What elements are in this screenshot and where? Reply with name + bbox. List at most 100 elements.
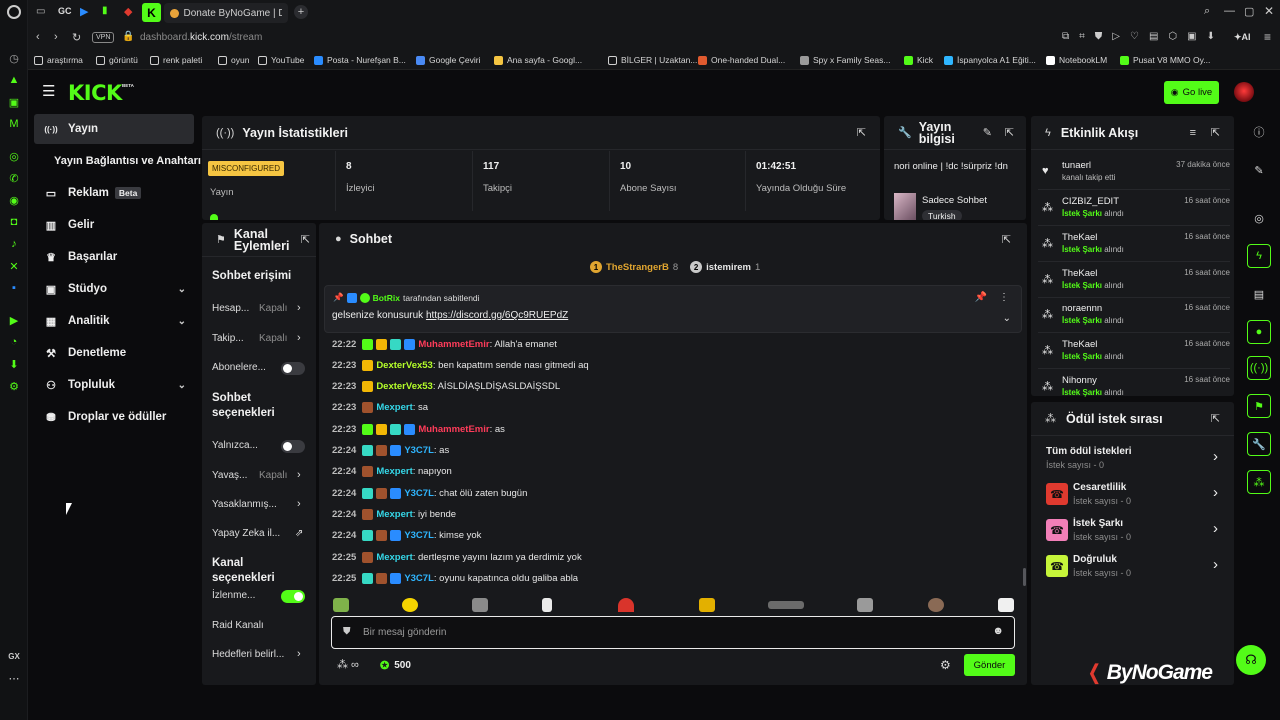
message-username[interactable]: MuhammetEmir <box>418 424 489 435</box>
toggle-switch[interactable] <box>281 362 305 375</box>
message-username[interactable]: Mexpert <box>376 552 412 563</box>
heart-icon[interactable]: ♡ <box>1130 31 1139 42</box>
edit-icon[interactable]: ✎ <box>1247 158 1271 182</box>
popout-icon[interactable]: ⇱ <box>1211 412 1220 425</box>
bookmark-item[interactable]: Pusat V8 MMO Oy... <box>1120 53 1210 67</box>
toggle-switch[interactable] <box>281 590 305 603</box>
action-row-label[interactable]: Abonelere... <box>212 362 266 373</box>
unpin-icon[interactable]: 📌 <box>975 292 987 303</box>
more-options-icon[interactable]: ⋮ <box>999 292 1009 303</box>
info-icon[interactable]: ⓘ <box>1247 120 1271 144</box>
bookmark-item[interactable]: oyun <box>218 53 249 67</box>
message-username[interactable]: Y3C7L <box>404 530 434 541</box>
back-icon[interactable]: ‹ <box>36 31 40 43</box>
emote-10[interactable] <box>998 598 1014 612</box>
chat-settings-icon[interactable]: ⚙ <box>940 658 951 672</box>
popout-icon[interactable]: ⇱ <box>1005 126 1014 139</box>
bars-tab-icon[interactable]: ▮ <box>102 5 108 16</box>
opera-logo-icon[interactable] <box>7 5 21 19</box>
action-row-label[interactable]: Takip... <box>212 333 244 344</box>
chevron-right-icon[interactable]: › <box>297 498 301 510</box>
chat-bubble-icon[interactable]: ● <box>1247 320 1271 344</box>
sidebar-item[interactable]: ⛃ Droplar ve ödüller <box>34 402 194 432</box>
m-icon[interactable]: M <box>6 116 22 132</box>
camera-icon[interactable]: ◎ <box>1247 206 1271 230</box>
bookmark-item[interactable]: YouTube <box>258 53 304 67</box>
activity-item[interactable]: ⁂ TheKael İstek Şarkı alındı 16 saat önce <box>1038 337 1230 369</box>
hamburger-menu-icon[interactable]: ☰ <box>42 84 55 99</box>
message-username[interactable]: Mexpert <box>376 509 412 520</box>
toggle-switch[interactable] <box>281 440 305 453</box>
broadcast-icon[interactable]: ((·)) <box>1247 356 1271 380</box>
pinned-by-user[interactable]: BotRix <box>373 293 400 303</box>
action-row-label[interactable]: Raid Kanalı <box>212 620 264 631</box>
message-username[interactable]: Y3C7L <box>404 488 434 499</box>
avatar[interactable] <box>1234 82 1254 102</box>
activity-item[interactable]: ⁂ noraennn İstek Şarkı alındı 16 saat önce <box>1038 301 1230 333</box>
kick-tab-icon[interactable]: K <box>142 3 161 22</box>
popout-icon[interactable]: ⇱ <box>301 233 310 246</box>
camera-icon[interactable]: ⧉ <box>1062 31 1069 42</box>
bookmark-item[interactable]: Ana sayfa - Googl... <box>494 53 582 67</box>
discord-icon[interactable]: ◉ <box>6 192 22 208</box>
sidebar-item[interactable]: Yayın Bağlantısı ve Anahtarı <box>34 146 201 176</box>
app-icon[interactable]: ▪ <box>6 280 22 296</box>
player-icon[interactable]: ▷ <box>1112 31 1120 42</box>
lightning-icon[interactable]: ϟ <box>1247 244 1271 268</box>
chevron-down-icon[interactable]: ⌄ <box>1003 313 1011 324</box>
note-icon[interactable]: ▤ <box>1247 282 1271 306</box>
reload-icon[interactable]: ↻ <box>72 31 81 44</box>
sidebar-item[interactable]: ((·)) Yayın <box>34 114 194 144</box>
workspace-icon[interactable]: ▭ <box>36 6 48 18</box>
sidebar-item[interactable]: ▭ Reklam Beta <box>34 178 194 208</box>
kick-logo[interactable]: KICK <box>68 81 122 105</box>
chevron-right-icon[interactable]: › <box>297 332 301 344</box>
top-user-2[interactable]: istemirem <box>706 262 751 273</box>
bookmark-item[interactable]: One-handed Dual... <box>698 53 785 67</box>
action-row-label[interactable]: Yalnızca... <box>212 440 258 451</box>
url-field[interactable]: dashboard.kick.com/stream <box>140 32 262 43</box>
emote-8[interactable] <box>857 598 873 612</box>
go-live-button[interactable]: ◉ Go live <box>1164 81 1219 104</box>
activity-item[interactable]: ⁂ TheKael İstek Şarkı alındı 16 saat önce <box>1038 266 1230 298</box>
chevron-right-icon[interactable]: › <box>297 302 301 314</box>
sidebar-item[interactable]: ⚒ Denetleme <box>34 338 194 368</box>
message-username[interactable]: DexterVex53 <box>376 360 433 371</box>
emote-7[interactable] <box>768 601 804 609</box>
popout-icon[interactable]: ⇱ <box>857 126 866 139</box>
bookmark-item[interactable]: araştırma <box>34 53 83 67</box>
forward-icon[interactable]: › <box>54 31 58 43</box>
wrench-icon[interactable]: 🔧 <box>1247 432 1271 456</box>
bookmark-item[interactable]: BİLGER | Uzaktan... <box>608 53 697 67</box>
page-icon[interactable]: ▤ <box>1149 31 1158 42</box>
extension-icon[interactable]: ▣ <box>6 94 22 110</box>
instagram-icon[interactable]: ◘ <box>6 214 22 230</box>
ai-button[interactable]: ✦AI <box>1234 32 1251 43</box>
red-tab-icon[interactable]: ◆ <box>124 5 132 18</box>
tiktok-icon[interactable]: ♪ <box>6 236 22 252</box>
activity-item[interactable]: ⁂ TheKael İstek Şarkı alındı 16 saat önce <box>1038 230 1230 262</box>
messenger-icon[interactable]: ◎ <box>6 148 22 164</box>
emote-6[interactable] <box>699 598 715 612</box>
new-tab-button[interactable]: + <box>294 5 308 19</box>
actions-icon[interactable]: ⚑ <box>1247 394 1271 418</box>
support-headset-icon[interactable]: ☊ <box>1236 645 1266 675</box>
sidebar-item[interactable]: ▣ Stüdyo ⌄ <box>34 274 194 304</box>
chevron-right-icon[interactable]: › <box>297 648 301 660</box>
bookmark-item[interactable]: Kick <box>904 53 933 67</box>
action-row-label[interactable]: Hedefleri belirl... <box>212 649 284 660</box>
activity-item[interactable]: ⁂ Nihonny İstek Şarkı alındı 16 saat önce <box>1038 373 1230 405</box>
kick-side-icon[interactable]: ▲ <box>6 72 22 88</box>
popout-icon[interactable]: ⇱ <box>1211 126 1220 139</box>
bookmark-item[interactable]: görüntü <box>96 53 138 67</box>
bookmark-item[interactable]: NotebookLM <box>1046 53 1107 67</box>
bookmark-item[interactable]: renk paleti <box>150 53 202 67</box>
message-username[interactable]: DexterVex53 <box>376 381 433 392</box>
chat-input[interactable]: ⛊ Bir mesaj gönderin ☻ <box>331 616 1015 649</box>
emote-5[interactable] <box>618 598 634 612</box>
shield-icon[interactable]: ⛊ <box>1095 31 1103 42</box>
bookmark-item[interactable]: İspanyolca A1 Eğiti... <box>944 53 1036 67</box>
emote-2[interactable] <box>402 598 418 612</box>
activity-item[interactable]: ⁂ CIZBIZ_EDIT İstek Şarkı alındı 16 saat ön… <box>1038 194 1230 226</box>
edit-icon[interactable]: ✎ <box>983 126 992 139</box>
